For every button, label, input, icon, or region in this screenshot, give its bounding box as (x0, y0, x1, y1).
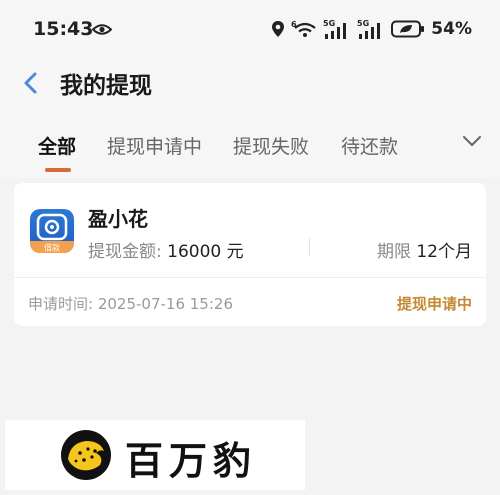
amount-row: 提现金额: 16000 元 (88, 237, 244, 262)
leopard-logo-icon (61, 430, 111, 480)
app-icon-caption: 借款 (44, 243, 60, 253)
signal-icon-2: 5G (357, 19, 381, 39)
signal-1-label: 5G (323, 19, 335, 28)
active-tab-indicator (45, 168, 71, 172)
term-row: 期限 12个月 (377, 237, 472, 262)
app-logo-icon: 借款 (30, 209, 74, 253)
divider (14, 277, 486, 278)
back-arrow-icon[interactable] (20, 68, 42, 98)
divider (309, 238, 310, 256)
status-badge: 提现申请中 (396, 295, 472, 313)
tab-applying[interactable]: 提现申请中 (107, 132, 202, 159)
amount-value: 16000 元 (167, 242, 244, 262)
term-value: 12个月 (416, 242, 472, 262)
page-title: 我的提现 (60, 73, 152, 99)
tab-all[interactable]: 全部 (38, 132, 76, 159)
battery-icon (391, 20, 425, 38)
withdrawal-record-card[interactable]: 借款 盈小花 提现金额: 16000 元 期限 12个月 申请时间: 2025-… (14, 183, 486, 326)
watermark-text: 百万豹 (125, 439, 258, 483)
chevron-down-icon[interactable] (462, 134, 482, 148)
status-time: 15:43 (33, 18, 94, 40)
signal-icon-1: 5G (323, 19, 347, 39)
location-icon (272, 21, 285, 37)
term-label: 期限 (376, 242, 417, 262)
status-icons: 6 5G 5G 54% (271, 17, 472, 41)
signal-2-label: 5G (357, 19, 369, 28)
status-bar: 15:43 6 5G 5G 54% (0, 0, 500, 58)
apply-time: 申请时间: 2025-07-16 15:26 (28, 295, 233, 313)
battery-percent: 54% (431, 19, 472, 39)
eye-icon (92, 24, 112, 35)
app-name: 盈小花 (88, 207, 148, 231)
amount-label: 提现金额: (88, 242, 168, 262)
tab-failed[interactable]: 提现失败 (233, 132, 309, 159)
watermark: 百万豹 (5, 420, 305, 490)
tab-pending-repayment[interactable]: 待还款 (341, 132, 398, 159)
wifi-icon: 6 (291, 20, 316, 37)
